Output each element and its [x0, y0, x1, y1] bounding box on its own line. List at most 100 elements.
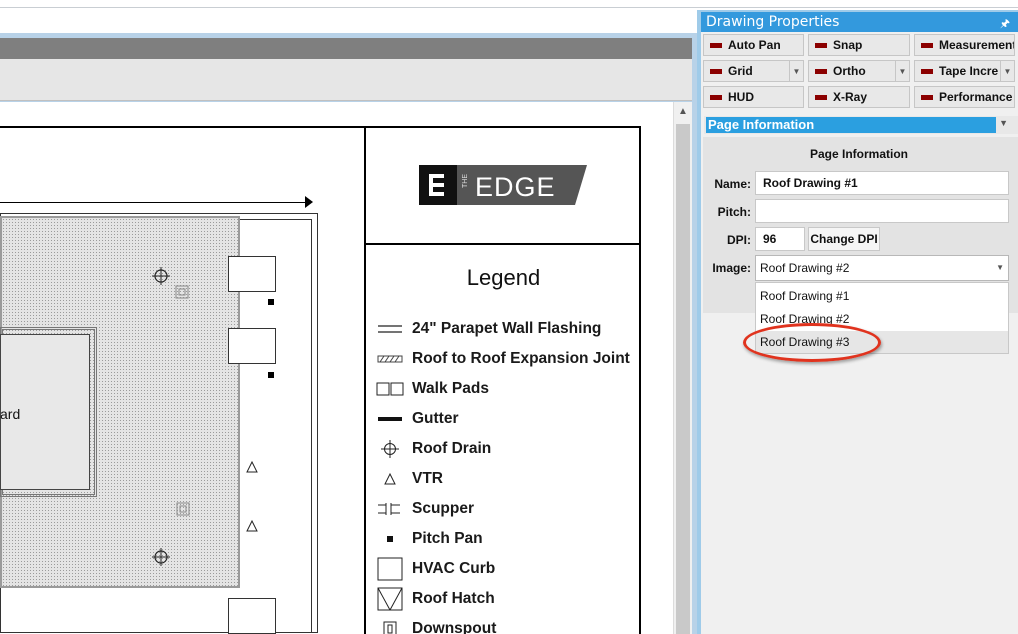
- toggle-label: Snap: [833, 38, 863, 52]
- toggle-snap-button[interactable]: Snap: [808, 34, 910, 56]
- legend-title: Legend: [466, 265, 541, 290]
- room-label: ard: [0, 406, 21, 422]
- legend-item-label: 24" Parapet Wall Flashing: [412, 320, 602, 337]
- toggle-ortho-button[interactable]: Ortho ▼: [808, 60, 910, 82]
- dpi-label: DPI:: [727, 233, 751, 247]
- toggle-label: Tape Incre: [939, 64, 999, 78]
- legend-item-label: Pitch Pan: [412, 530, 483, 547]
- change-dpi-button[interactable]: Change DPI: [808, 227, 880, 251]
- toggle-indicator-icon: [710, 42, 722, 48]
- toggle-measurement-button[interactable]: Measurement: [914, 34, 1015, 56]
- pitch-input[interactable]: [755, 199, 1009, 223]
- toggle-label: Performance: [939, 90, 1013, 104]
- scrollbar-thumb[interactable]: [676, 124, 690, 634]
- panel-title: Drawing Properties: [706, 14, 840, 30]
- section-selector-value: Page Information: [706, 117, 996, 133]
- highlight-annotation: [743, 323, 881, 362]
- legend-item-label: Roof Drain: [412, 440, 492, 457]
- hvac-curb[interactable]: [228, 256, 276, 292]
- toggle-auto-pan-button[interactable]: Auto Pan: [703, 34, 804, 56]
- vtr-triangle-icon: [374, 466, 406, 492]
- chevron-down-icon[interactable]: ▼: [996, 263, 1004, 272]
- legend-item-label: Scupper: [412, 500, 475, 517]
- toggle-hud-button[interactable]: HUD: [703, 86, 804, 108]
- toggle-indicator-icon: [815, 68, 827, 74]
- scroll-up-icon[interactable]: ▲: [678, 106, 688, 117]
- downspout-icon: [176, 502, 190, 516]
- image-label: Image:: [712, 261, 751, 275]
- toggle-label: Ortho: [833, 64, 866, 78]
- canvas-toolbar: [0, 59, 692, 101]
- toggle-tape-incre-button[interactable]: Tape Incre ▼: [914, 60, 1015, 82]
- toggle-grid-button[interactable]: Grid ▼: [703, 60, 804, 82]
- roof-drain-icon: [152, 267, 170, 285]
- toggle-label: X-Ray: [833, 90, 868, 104]
- downspout-icon: [374, 616, 406, 634]
- canvas-vertical-scrollbar[interactable]: ▲: [673, 102, 692, 634]
- legend-item-label: Gutter: [412, 410, 459, 427]
- vtr-triangle-icon: [246, 460, 258, 473]
- parapet-lines-icon: [374, 316, 406, 342]
- chevron-down-icon[interactable]: ▼: [895, 61, 909, 81]
- legend-item: Downspout: [374, 616, 496, 634]
- toggle-indicator-icon: [710, 68, 722, 74]
- legend-item: 24" Parapet Wall Flashing: [374, 316, 601, 342]
- toggle-indicator-icon: [921, 94, 933, 100]
- chevron-down-icon[interactable]: ▼: [789, 61, 803, 81]
- canvas-title-bar: [0, 38, 692, 59]
- chevron-down-icon[interactable]: ▼: [1000, 61, 1014, 81]
- downspout-icon: [175, 285, 189, 299]
- roof-drain-icon: [152, 548, 170, 566]
- image-select[interactable]: Roof Drawing #2 ▼: [755, 255, 1009, 281]
- the-edge-logo: THE EDGE: [419, 165, 587, 205]
- legend-item-label: Roof to Roof Expansion Joint: [412, 350, 630, 367]
- legend-item-label: Walk Pads: [412, 380, 489, 397]
- dimension-line: [0, 202, 308, 203]
- scupper-icon: [374, 496, 406, 522]
- pin-icon[interactable]: 🖈: [1000, 14, 1010, 34]
- name-input[interactable]: Roof Drawing #1: [755, 171, 1009, 195]
- legend-divider-vertical: [364, 126, 366, 634]
- legend-item: Pitch Pan: [374, 526, 483, 552]
- legend-item: Roof Hatch: [374, 586, 495, 612]
- roof-drain-icon: [374, 436, 406, 462]
- page-information-title: Page Information: [809, 147, 908, 161]
- legend-item: Scupper: [374, 496, 474, 522]
- legend-item: Roof Drain: [374, 436, 491, 462]
- legend-item-label: Downspout: [412, 620, 497, 634]
- walk-pads-icon: [374, 376, 406, 402]
- image-option[interactable]: Roof Drawing #1: [756, 285, 1008, 307]
- legend-item-label: Roof Hatch: [412, 590, 495, 607]
- toggle-indicator-icon: [815, 94, 827, 100]
- toggle-label: HUD: [728, 90, 754, 104]
- section-selector[interactable]: Page Information ▼: [704, 116, 1018, 134]
- legend-divider-horizontal: [364, 243, 641, 245]
- toggle-x-ray-button[interactable]: X-Ray: [808, 86, 910, 108]
- expansion-joint-icon: [374, 346, 406, 372]
- toggle-performance-button[interactable]: Performance: [914, 86, 1015, 108]
- toggle-label: Auto Pan: [728, 38, 781, 52]
- gutter-icon: [374, 406, 406, 432]
- image-select-value: Roof Drawing #2: [760, 261, 850, 275]
- legend-item: HVAC Curb: [374, 556, 495, 582]
- top-divider: [0, 7, 1018, 8]
- vtr-triangle-icon: [246, 519, 258, 532]
- dpi-input[interactable]: 96: [755, 227, 805, 251]
- pitch-label: Pitch:: [717, 205, 751, 219]
- chevron-down-icon[interactable]: ▼: [999, 118, 1008, 128]
- roof-hatch-icon: [374, 586, 406, 612]
- dimension-arrow-icon: [305, 196, 313, 208]
- legend-item-label: HVAC Curb: [412, 560, 496, 577]
- logo-prefix: THE: [462, 174, 469, 188]
- legend-item: Roof to Roof Expansion Joint: [374, 346, 630, 372]
- name-label: Name:: [714, 177, 751, 191]
- pitch-pan-icon: [268, 372, 274, 378]
- toggle-label: Grid: [728, 64, 753, 78]
- toggle-indicator-icon: [921, 42, 933, 48]
- toggle-indicator-icon: [921, 68, 933, 74]
- logo-text: EDGE: [475, 172, 556, 202]
- hvac-curb[interactable]: [228, 328, 276, 364]
- toggle-indicator-icon: [710, 94, 722, 100]
- hvac-curb[interactable]: [228, 598, 276, 634]
- app-window: ▲ ard THE EDGE Legend 24" Parapet Wall F…: [0, 0, 1018, 634]
